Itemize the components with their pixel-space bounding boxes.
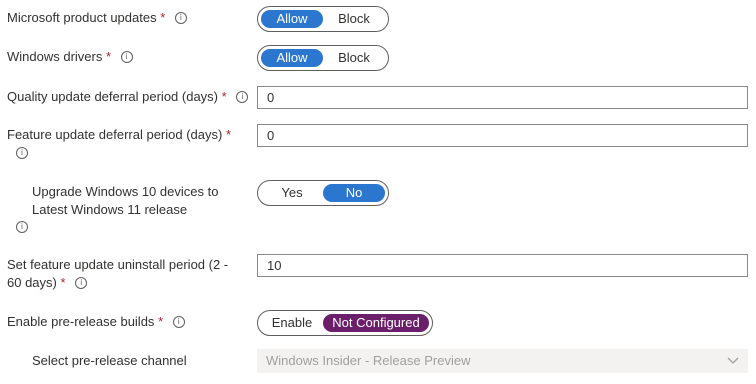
info-icon[interactable]: i bbox=[172, 315, 185, 328]
allow-option[interactable]: Allow bbox=[261, 49, 323, 67]
prerelease-label: Enable pre-release builds * i bbox=[7, 313, 185, 331]
uninstall-period-input[interactable] bbox=[257, 254, 748, 277]
info-icon[interactable]: i bbox=[174, 11, 187, 24]
upgrade-win11-label: Upgrade Windows 10 devices to Latest Win… bbox=[32, 184, 219, 217]
windows-drivers-toggle[interactable]: Allow Block bbox=[257, 45, 389, 71]
feature-deferral-label: Feature update deferral period (days) * bbox=[7, 127, 232, 142]
info-icon[interactable]: i bbox=[16, 147, 28, 159]
quality-deferral-input[interactable] bbox=[257, 86, 748, 109]
uninstall-period-label: Set feature update uninstall period (2 -… bbox=[7, 257, 229, 290]
ms-updates-toggle[interactable]: Allow Block bbox=[257, 6, 389, 32]
no-option[interactable]: No bbox=[323, 184, 385, 202]
feature-deferral-input[interactable] bbox=[257, 124, 748, 147]
channel-select[interactable]: Windows Insider - Release Preview bbox=[257, 349, 748, 373]
quality-deferral-label: Quality update deferral period (days) * … bbox=[7, 88, 249, 106]
allow-option[interactable]: Allow bbox=[261, 10, 323, 28]
prerelease-toggle[interactable]: Enable Not Configured bbox=[257, 310, 433, 336]
info-icon[interactable]: i bbox=[236, 90, 249, 103]
upgrade-win11-toggle[interactable]: Yes No bbox=[257, 180, 389, 206]
block-option[interactable]: Block bbox=[323, 10, 385, 28]
info-icon[interactable]: i bbox=[75, 276, 88, 289]
block-option[interactable]: Block bbox=[323, 49, 385, 67]
yes-option[interactable]: Yes bbox=[261, 184, 323, 202]
channel-label: Select pre-release channel bbox=[32, 353, 187, 368]
info-icon[interactable]: i bbox=[16, 221, 28, 233]
ms-updates-label: Microsoft product updates * i bbox=[7, 9, 187, 27]
not-configured-option[interactable]: Not Configured bbox=[323, 314, 429, 332]
enable-option[interactable]: Enable bbox=[261, 314, 323, 332]
info-icon[interactable]: i bbox=[120, 50, 133, 63]
windows-drivers-label: Windows drivers * i bbox=[7, 48, 133, 66]
chevron-down-icon bbox=[727, 357, 739, 364]
